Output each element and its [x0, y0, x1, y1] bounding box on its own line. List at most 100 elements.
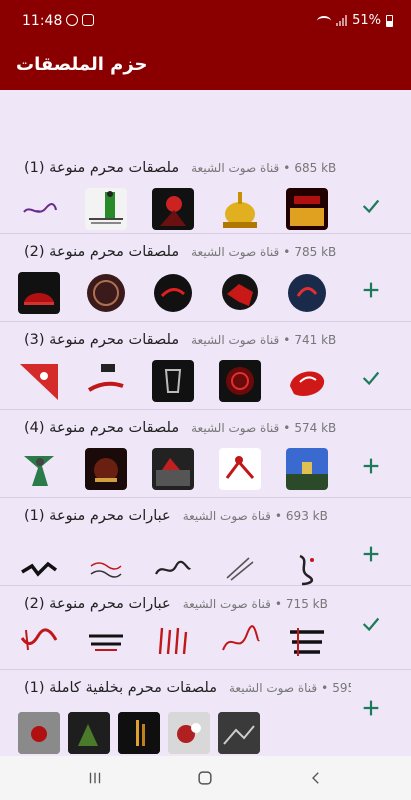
- pack-title: ملصقات محرم منوعة (3): [24, 332, 180, 348]
- sticker-thumbnail: [219, 620, 261, 662]
- sticker-thumbnail: [152, 548, 194, 590]
- separator: •: [283, 421, 291, 435]
- sticker-thumbnail: [152, 620, 194, 662]
- back-button[interactable]: [301, 763, 331, 793]
- recent-apps-button[interactable]: [80, 763, 110, 793]
- sticker-thumbnail: [286, 620, 328, 662]
- sticker-previews: [18, 448, 328, 490]
- pack-title: ملصقات محرم منوعة (4): [24, 420, 180, 436]
- sticker-pack-row[interactable]: ملصقات محرم منوعة (1) قناة صوت الشيعة • …: [0, 150, 411, 234]
- pack-header: عبارات محرم منوعة (2) قناة صوت الشيعة • …: [24, 596, 351, 618]
- sticker-pack-row[interactable]: ملصقات محرم منوعة (4) قناة صوت الشيعة • …: [0, 410, 411, 498]
- pack-title: عبارات محرم منوعة (1): [24, 508, 171, 524]
- sticker-thumbnail: [286, 188, 328, 230]
- sticker-thumbnail: [18, 360, 60, 402]
- status-right: 51%: [317, 13, 393, 28]
- pack-size: 785 kB: [294, 245, 337, 259]
- pack-publisher: قناة صوت الشيعة: [191, 333, 280, 347]
- sticker-pack-list[interactable]: ملصقات محرم منوعة (1) قناة صوت الشيعة • …: [0, 90, 411, 756]
- pack-publisher: قناة صوت الشيعة: [191, 421, 280, 435]
- pack-header: ملصقات محرم منوعة (1) قناة صوت الشيعة • …: [24, 160, 351, 182]
- sticker-previews: [18, 712, 260, 754]
- pack-size: 574 kB: [294, 421, 337, 435]
- sticker-previews: [18, 620, 328, 662]
- sticker-thumbnail: [286, 272, 328, 314]
- sticker-thumbnail: [18, 548, 60, 590]
- check-icon[interactable]: [359, 612, 383, 636]
- sticker-thumbnail: [18, 272, 60, 314]
- sticker-previews: [18, 360, 328, 402]
- status-time: 11:48: [22, 13, 63, 29]
- instagram-icon: [82, 14, 94, 26]
- sticker-thumbnail: [286, 360, 328, 402]
- sticker-thumbnail: [219, 188, 261, 230]
- separator: •: [283, 245, 291, 259]
- sticker-pack-row[interactable]: عبارات محرم منوعة (2) قناة صوت الشيعة • …: [0, 586, 411, 670]
- sticker-pack-row[interactable]: ملصقات محرم منوعة (2) قناة صوت الشيعة • …: [0, 234, 411, 322]
- pack-publisher: قناة صوت الشيعة: [191, 245, 280, 259]
- pack-publisher: قناة صوت الشيعة: [229, 681, 318, 695]
- sticker-previews: [18, 272, 328, 314]
- sticker-thumbnail: [218, 712, 260, 754]
- home-button[interactable]: [190, 763, 220, 793]
- pack-size: 685 kB: [294, 161, 337, 175]
- pack-title: ملصقات محرم منوعة (2): [24, 244, 180, 260]
- sticker-thumbnail: [118, 712, 160, 754]
- page-title: حزم الملصقات: [16, 54, 148, 75]
- sticker-thumbnail: [168, 712, 210, 754]
- sticker-thumbnail: [286, 548, 328, 590]
- sticker-pack-row[interactable]: عبارات محرم منوعة (1) قناة صوت الشيعة • …: [0, 498, 411, 586]
- sticker-thumbnail: [18, 448, 60, 490]
- sticker-thumbnail: [152, 448, 194, 490]
- signal-icon: [336, 15, 348, 26]
- pack-header: عبارات محرم منوعة (1) قناة صوت الشيعة • …: [24, 508, 351, 530]
- separator: •: [321, 681, 329, 695]
- pack-title: ملصقات محرم منوعة (1): [24, 160, 180, 176]
- pack-size: 741 kB: [294, 333, 337, 347]
- pack-title: عبارات محرم منوعة (2): [24, 596, 171, 612]
- battery-percent: 51%: [352, 13, 381, 28]
- status-bar: 11:48 51%: [0, 0, 411, 42]
- plus-icon[interactable]: [359, 454, 383, 478]
- separator: •: [283, 161, 291, 175]
- separator: •: [283, 333, 291, 347]
- sticker-thumbnail: ~: [18, 188, 60, 230]
- sticker-pack-row[interactable]: ملصقات محرم منوعة (3) قناة صوت الشيعة • …: [0, 322, 411, 410]
- pack-publisher: قناة صوت الشيعة: [191, 161, 280, 175]
- sticker-previews: [18, 548, 328, 590]
- sticker-thumbnail: [85, 448, 127, 490]
- pack-size: 595 kB: [332, 681, 351, 695]
- plus-icon[interactable]: [359, 278, 383, 302]
- pack-header: ملصقات محرم منوعة (2) قناة صوت الشيعة • …: [24, 244, 351, 266]
- sticker-thumbnail: [18, 712, 60, 754]
- separator: •: [274, 509, 282, 523]
- pack-header: ملصقات محرم منوعة (4) قناة صوت الشيعة • …: [24, 420, 351, 442]
- sticker-pack-row[interactable]: ملصقات محرم بخلفية كاملة (1) قناة صوت ال…: [0, 670, 411, 756]
- app-bar: حزم الملصقات: [0, 42, 411, 90]
- sticker-thumbnail: [85, 620, 127, 662]
- plus-icon[interactable]: [359, 542, 383, 566]
- sticker-thumbnail: [85, 188, 127, 230]
- whatsapp-icon: [66, 14, 78, 26]
- pack-publisher: قناة صوت الشيعة: [182, 509, 271, 523]
- sticker-thumbnail: [286, 448, 328, 490]
- pack-title: ملصقات محرم بخلفية كاملة (1): [24, 680, 217, 696]
- pack-header: ملصقات محرم بخلفية كاملة (1) قناة صوت ال…: [24, 680, 351, 702]
- sticker-thumbnail: [152, 188, 194, 230]
- pack-header: ملصقات محرم منوعة (3) قناة صوت الشيعة • …: [24, 332, 351, 354]
- sticker-thumbnail: [85, 272, 127, 314]
- check-icon[interactable]: [359, 194, 383, 218]
- sticker-thumbnail: [219, 448, 261, 490]
- sticker-thumbnail: [219, 548, 261, 590]
- sticker-previews: ~: [18, 188, 328, 230]
- sticker-thumbnail: [219, 272, 261, 314]
- pack-publisher: قناة صوت الشيعة: [182, 597, 271, 611]
- sticker-thumbnail: [18, 620, 60, 662]
- sticker-thumbnail: [152, 360, 194, 402]
- battery-icon: [386, 14, 393, 27]
- system-navigation-bar: [0, 756, 411, 800]
- check-icon[interactable]: [359, 366, 383, 390]
- plus-icon[interactable]: [359, 696, 383, 720]
- pack-size: 715 kB: [285, 597, 328, 611]
- sticker-thumbnail: [152, 272, 194, 314]
